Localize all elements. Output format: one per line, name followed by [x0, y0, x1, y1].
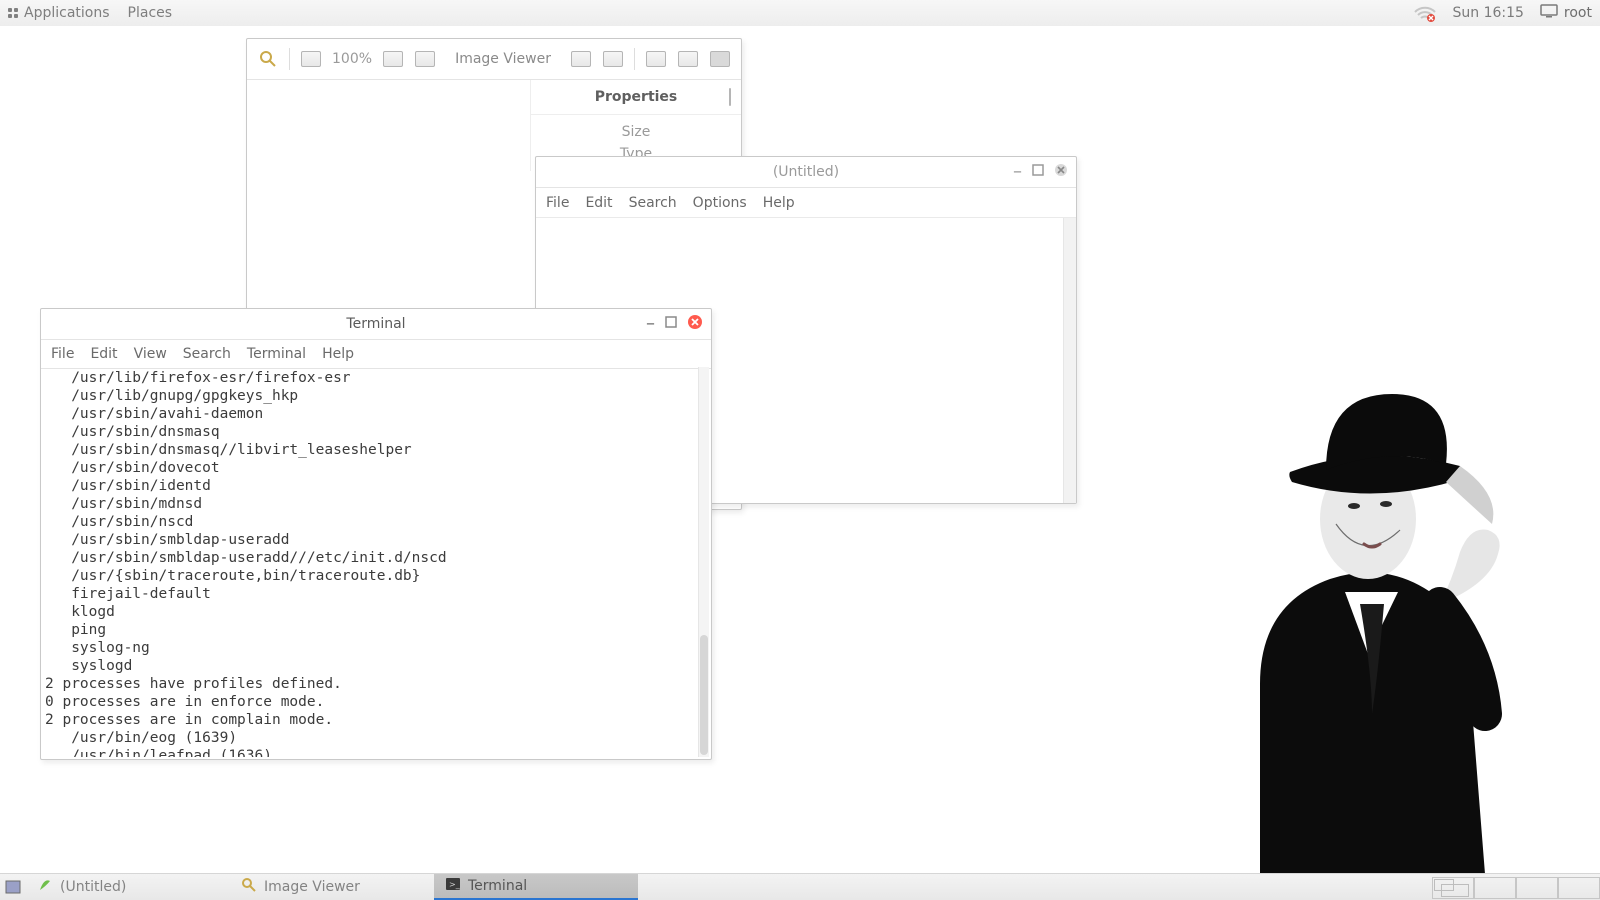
leafpad-titlebar[interactable]: (Untitled) –: [536, 157, 1076, 188]
leafpad-scrollbar[interactable]: [1063, 218, 1076, 503]
monitor-icon[interactable]: [1540, 4, 1558, 22]
terminal-window: Terminal – File Edit View Search Termina…: [40, 308, 712, 760]
leafpad-maximize-icon[interactable]: [1032, 164, 1044, 180]
properties-heading: Properties: [595, 89, 678, 105]
terminal-scrollbar[interactable]: [698, 367, 709, 757]
terminal-menu-search[interactable]: Search: [183, 346, 231, 362]
leafpad-menu-file[interactable]: File: [546, 195, 569, 211]
terminal-menu-file[interactable]: File: [51, 346, 74, 362]
show-desktop-button[interactable]: [0, 874, 26, 900]
applications-icon: [8, 8, 18, 18]
leafpad-close-icon[interactable]: [1054, 163, 1068, 181]
svg-text:>_: >_: [449, 880, 460, 889]
fit-icon[interactable]: [414, 48, 436, 70]
task-leafpad-label: (Untitled): [60, 879, 126, 895]
leafpad-menu-edit[interactable]: Edit: [585, 195, 612, 211]
leafpad-icon: [38, 878, 52, 896]
leafpad-menu-options[interactable]: Options: [693, 195, 747, 211]
terminal-titlebar[interactable]: Terminal –: [41, 309, 711, 340]
terminal-menu-view[interactable]: View: [134, 346, 167, 362]
iv-close-icon[interactable]: [709, 48, 731, 70]
workspace-1[interactable]: [1432, 877, 1474, 899]
leafpad-menu-help[interactable]: Help: [763, 195, 795, 211]
user-label[interactable]: root: [1564, 5, 1592, 21]
terminal-menu-terminal[interactable]: Terminal: [247, 346, 306, 362]
bottom-panel: (Untitled) Image Viewer >_ Terminal: [0, 873, 1600, 900]
task-terminal-label: Terminal: [468, 878, 527, 894]
properties-heading-row: Properties: [531, 80, 741, 115]
terminal-menubar: File Edit View Search Terminal Help: [41, 340, 711, 369]
task-leafpad[interactable]: (Untitled): [26, 874, 230, 900]
terminal-maximize-icon[interactable]: [665, 316, 677, 332]
image-viewer-toolbar: 100% Image Viewer: [247, 39, 741, 80]
zoom-out-icon[interactable]: [300, 48, 322, 70]
iv-maximize-icon[interactable]: [677, 48, 699, 70]
terminal-close-icon[interactable]: [687, 314, 703, 334]
terminal-icon: >_: [446, 877, 460, 895]
prop-size-label: Size: [622, 124, 651, 140]
zoom-tool-icon[interactable]: [257, 48, 279, 70]
task-image-viewer-label: Image Viewer: [264, 879, 360, 895]
terminal-menu-help[interactable]: Help: [322, 346, 354, 362]
terminal-title: Terminal: [41, 316, 711, 332]
task-terminal[interactable]: >_ Terminal: [434, 874, 638, 900]
zoom-level: 100%: [332, 51, 372, 67]
task-image-viewer[interactable]: Image Viewer: [230, 874, 434, 900]
workspace-4[interactable]: [1558, 877, 1600, 899]
network-icon[interactable]: [1414, 4, 1436, 22]
top-panel: Applications Places Sun 16:15 root: [0, 0, 1600, 27]
leafpad-title: (Untitled): [536, 164, 1076, 180]
rotate-right-icon[interactable]: [602, 48, 624, 70]
rotate-left-icon[interactable]: [570, 48, 592, 70]
applications-menu[interactable]: Applications: [24, 5, 110, 21]
workspace-pager[interactable]: [1432, 874, 1600, 900]
terminal-output[interactable]: /usr/lib/firefox-esr/firefox-esr /usr/li…: [43, 367, 698, 757]
image-viewer-title: Image Viewer: [446, 51, 560, 67]
workspace-2[interactable]: [1474, 877, 1516, 899]
iv-minimize-icon[interactable]: [645, 48, 667, 70]
leafpad-minimize-icon[interactable]: –: [1013, 169, 1022, 175]
places-menu[interactable]: Places: [128, 5, 173, 21]
zoom-in-icon[interactable]: [382, 48, 404, 70]
terminal-menu-edit[interactable]: Edit: [90, 346, 117, 362]
image-viewer-icon: [242, 878, 256, 896]
clock[interactable]: Sun 16:15: [1452, 5, 1523, 21]
workspace-3[interactable]: [1516, 877, 1558, 899]
terminal-minimize-icon[interactable]: –: [646, 321, 655, 327]
leafpad-menu-search[interactable]: Search: [629, 195, 677, 211]
leafpad-menubar: File Edit Search Options Help: [536, 188, 1076, 219]
properties-toggle-icon[interactable]: [729, 89, 731, 105]
wallpaper-figure: [1140, 354, 1560, 874]
desktop: 100% Image Viewer Properties Size Type: [0, 26, 1600, 874]
